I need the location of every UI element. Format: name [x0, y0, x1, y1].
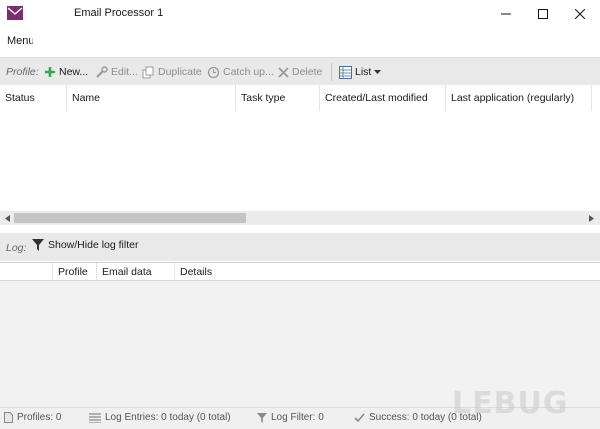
minimize-icon [500, 13, 511, 15]
list-view-icon [339, 65, 352, 79]
scrollbar-thumb[interactable] [14, 213, 246, 223]
view-mode-dropdown[interactable]: List [339, 62, 382, 82]
column-header-created[interactable]: Created/Last modified [320, 85, 446, 111]
app-envelope-icon [7, 6, 23, 20]
status-log-entries-text: Log Entries: 0 today (0 total) [105, 412, 231, 423]
wrench-icon [96, 65, 108, 78]
close-button[interactable] [561, 0, 598, 28]
filter-funnel-icon [257, 412, 267, 423]
status-profiles-text: Profiles: 0 [17, 412, 62, 423]
log-filter-button-label: Show/Hide log filter [48, 239, 139, 251]
window-title: Email Processor 1 [74, 7, 164, 19]
column-header-email-data[interactable]: Email data [97, 263, 175, 281]
log-list-icon [89, 412, 101, 423]
checkmark-icon [354, 412, 365, 422]
arrow-left-icon [4, 214, 10, 222]
column-header-task-type[interactable]: Task type [236, 85, 320, 111]
delete-button[interactable]: Delete [278, 62, 322, 82]
log-filter-toggle-button[interactable]: Show/Hide log filter [32, 239, 138, 251]
title-bar: Email Processor 1 [0, 0, 600, 28]
filter-funnel-icon [32, 239, 44, 251]
duplicate-icon [142, 66, 154, 78]
status-profiles: Profiles: 0 [4, 412, 61, 423]
arrow-right-icon [588, 214, 594, 222]
edit-button-label: Edit... [111, 66, 138, 78]
plus-icon [45, 67, 55, 77]
chevron-down-icon [374, 69, 382, 74]
log-label: Log: [6, 242, 27, 254]
status-log-filter-text: Log Filter: 0 [271, 412, 324, 423]
close-icon [574, 9, 585, 19]
view-mode-label: List [355, 66, 372, 78]
clock-refresh-icon [207, 66, 220, 78]
new-button[interactable]: New... [44, 62, 88, 82]
maximize-icon [537, 9, 548, 19]
menu-bar: Menu [0, 28, 600, 56]
column-header-status[interactable]: Status [0, 85, 67, 111]
scroll-left-button[interactable] [0, 211, 14, 225]
edit-button[interactable]: Edit... [95, 62, 138, 82]
profile-toolbar: Profile: New... Edit... Duplicate Catch … [0, 57, 600, 85]
horizontal-scrollbar[interactable] [0, 211, 600, 225]
scroll-right-button[interactable] [584, 211, 598, 225]
menu-button[interactable]: Menu [7, 35, 33, 47]
delete-x-icon [278, 66, 289, 78]
column-header-details[interactable]: Details [175, 263, 600, 281]
new-button-label: New... [59, 66, 89, 78]
log-toolbar: Log: Show/Hide log filter [0, 233, 600, 261]
maximize-button[interactable] [524, 0, 561, 28]
column-header-log-indicator[interactable] [0, 263, 53, 281]
column-header-name[interactable]: Name [67, 85, 236, 111]
catch-up-button-label: Catch up... [223, 66, 274, 78]
duplicate-button[interactable]: Duplicate [142, 62, 202, 82]
column-header-last-application[interactable]: Last application (regularly) [446, 85, 592, 111]
duplicate-button-label: Duplicate [158, 66, 202, 78]
log-table-header: Profile Email data Details [0, 263, 600, 281]
delete-button-label: Delete [292, 66, 323, 78]
status-log-filter: Log Filter: 0 [257, 412, 324, 423]
profiles-table[interactable]: Status Name Task type Created/Last modif… [0, 85, 600, 228]
catch-up-button[interactable]: Catch up... [207, 62, 274, 82]
toolbar-separator [331, 63, 332, 81]
minimize-button[interactable] [487, 0, 524, 28]
toolbar-label: Profile: [6, 66, 39, 78]
column-header-profile[interactable]: Profile [53, 263, 97, 281]
document-icon [4, 412, 13, 423]
watermark-logo: LEBUG [452, 386, 569, 421]
status-log-entries: Log Entries: 0 today (0 total) [89, 412, 231, 423]
